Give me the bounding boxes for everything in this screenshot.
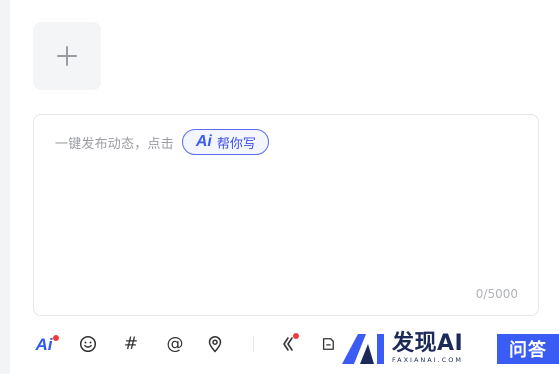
faxianai-logo-icon [342, 334, 384, 364]
watermark-title: 发现AI [392, 331, 464, 356]
character-counter: 0/5000 [475, 287, 518, 301]
ai-write-label: 帮你写 [216, 136, 256, 152]
more-button[interactable] [321, 330, 335, 358]
composer-placeholder: 一键发布动态，点击 [55, 136, 174, 152]
ai-icon: Ai [35, 334, 53, 354]
document-icon [322, 338, 334, 350]
ai-assistant-button[interactable]: Ai [33, 330, 59, 358]
notification-dot [293, 333, 299, 339]
watermark-brand: 发现AI FAXIANAI.COM [392, 331, 464, 365]
ai-icon: Ai [195, 133, 212, 150]
site-watermark: 发现AI FAXIANAI.COM 问答 [340, 328, 559, 368]
smiley-icon [79, 335, 97, 353]
mention-button[interactable]: @ [164, 330, 186, 358]
topic-button[interactable]: # [120, 330, 142, 358]
post-composer[interactable]: 一键发布动态，点击 Ai 帮你写 0/5000 [33, 114, 539, 316]
composer-placeholder-row: 一键发布动态，点击 Ai 帮你写 [55, 129, 269, 155]
add-image-button[interactable] [33, 22, 101, 90]
toolbar-divider [253, 336, 254, 352]
notification-dot [53, 335, 59, 341]
ai-write-button[interactable]: Ai 帮你写 [181, 129, 269, 155]
hash-icon: # [123, 334, 139, 354]
watermark-subtitle: FAXIANAI.COM [392, 356, 463, 364]
emoji-button[interactable] [77, 330, 99, 358]
watermark-badge: 问答 [497, 334, 559, 364]
link-button[interactable] [278, 330, 300, 358]
at-icon: @ [166, 334, 184, 354]
left-edge-strip [0, 0, 10, 374]
plus-icon [57, 46, 77, 66]
location-button[interactable] [204, 330, 226, 358]
location-pin-icon [208, 336, 222, 353]
